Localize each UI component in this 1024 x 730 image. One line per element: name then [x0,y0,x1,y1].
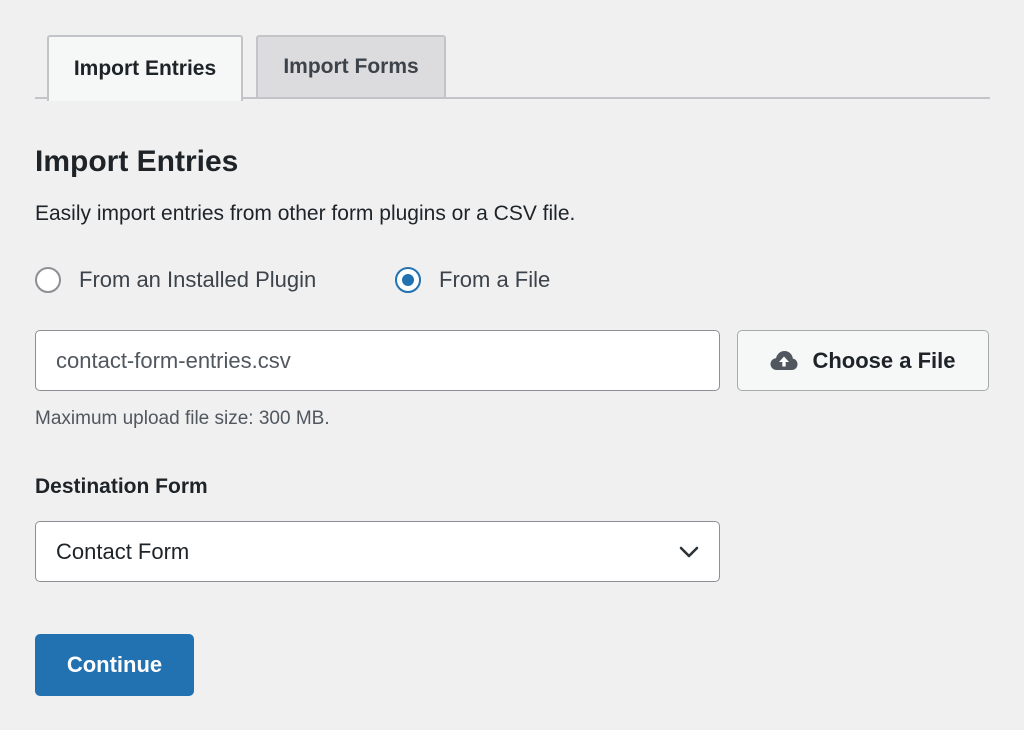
radio-button-unchecked[interactable] [35,267,61,293]
destination-form-select[interactable]: Contact Form [35,521,720,582]
radio-button-checked[interactable] [395,267,421,293]
choose-file-button[interactable]: Choose a File [737,330,989,391]
destination-form-selected-value: Contact Form [56,538,190,564]
cloud-upload-icon [770,350,798,372]
tab-import-forms[interactable]: Import Forms [256,35,446,97]
radio-dot [402,274,414,286]
upload-size-help-text: Maximum upload file size: 300 MB. [35,408,330,429]
continue-button[interactable]: Continue [35,634,194,696]
radio-label-from-file: From a File [439,267,551,292]
section-description: Easily import entries from other form pl… [35,202,576,225]
chevron-down-icon [679,546,699,558]
radio-installed-plugin[interactable]: From an Installed Plugin [35,263,316,297]
radio-label-installed-plugin: From an Installed Plugin [79,267,317,292]
tab-import-entries[interactable]: Import Entries [47,35,243,101]
choose-file-label: Choose a File [812,347,956,373]
import-tabs: Import Entries Import Forms [35,35,990,101]
radio-from-file[interactable]: From a File [395,263,550,297]
destination-form-label: Destination Form [35,475,208,498]
section-title: Import Entries [35,145,239,178]
file-name-input[interactable] [35,330,720,391]
